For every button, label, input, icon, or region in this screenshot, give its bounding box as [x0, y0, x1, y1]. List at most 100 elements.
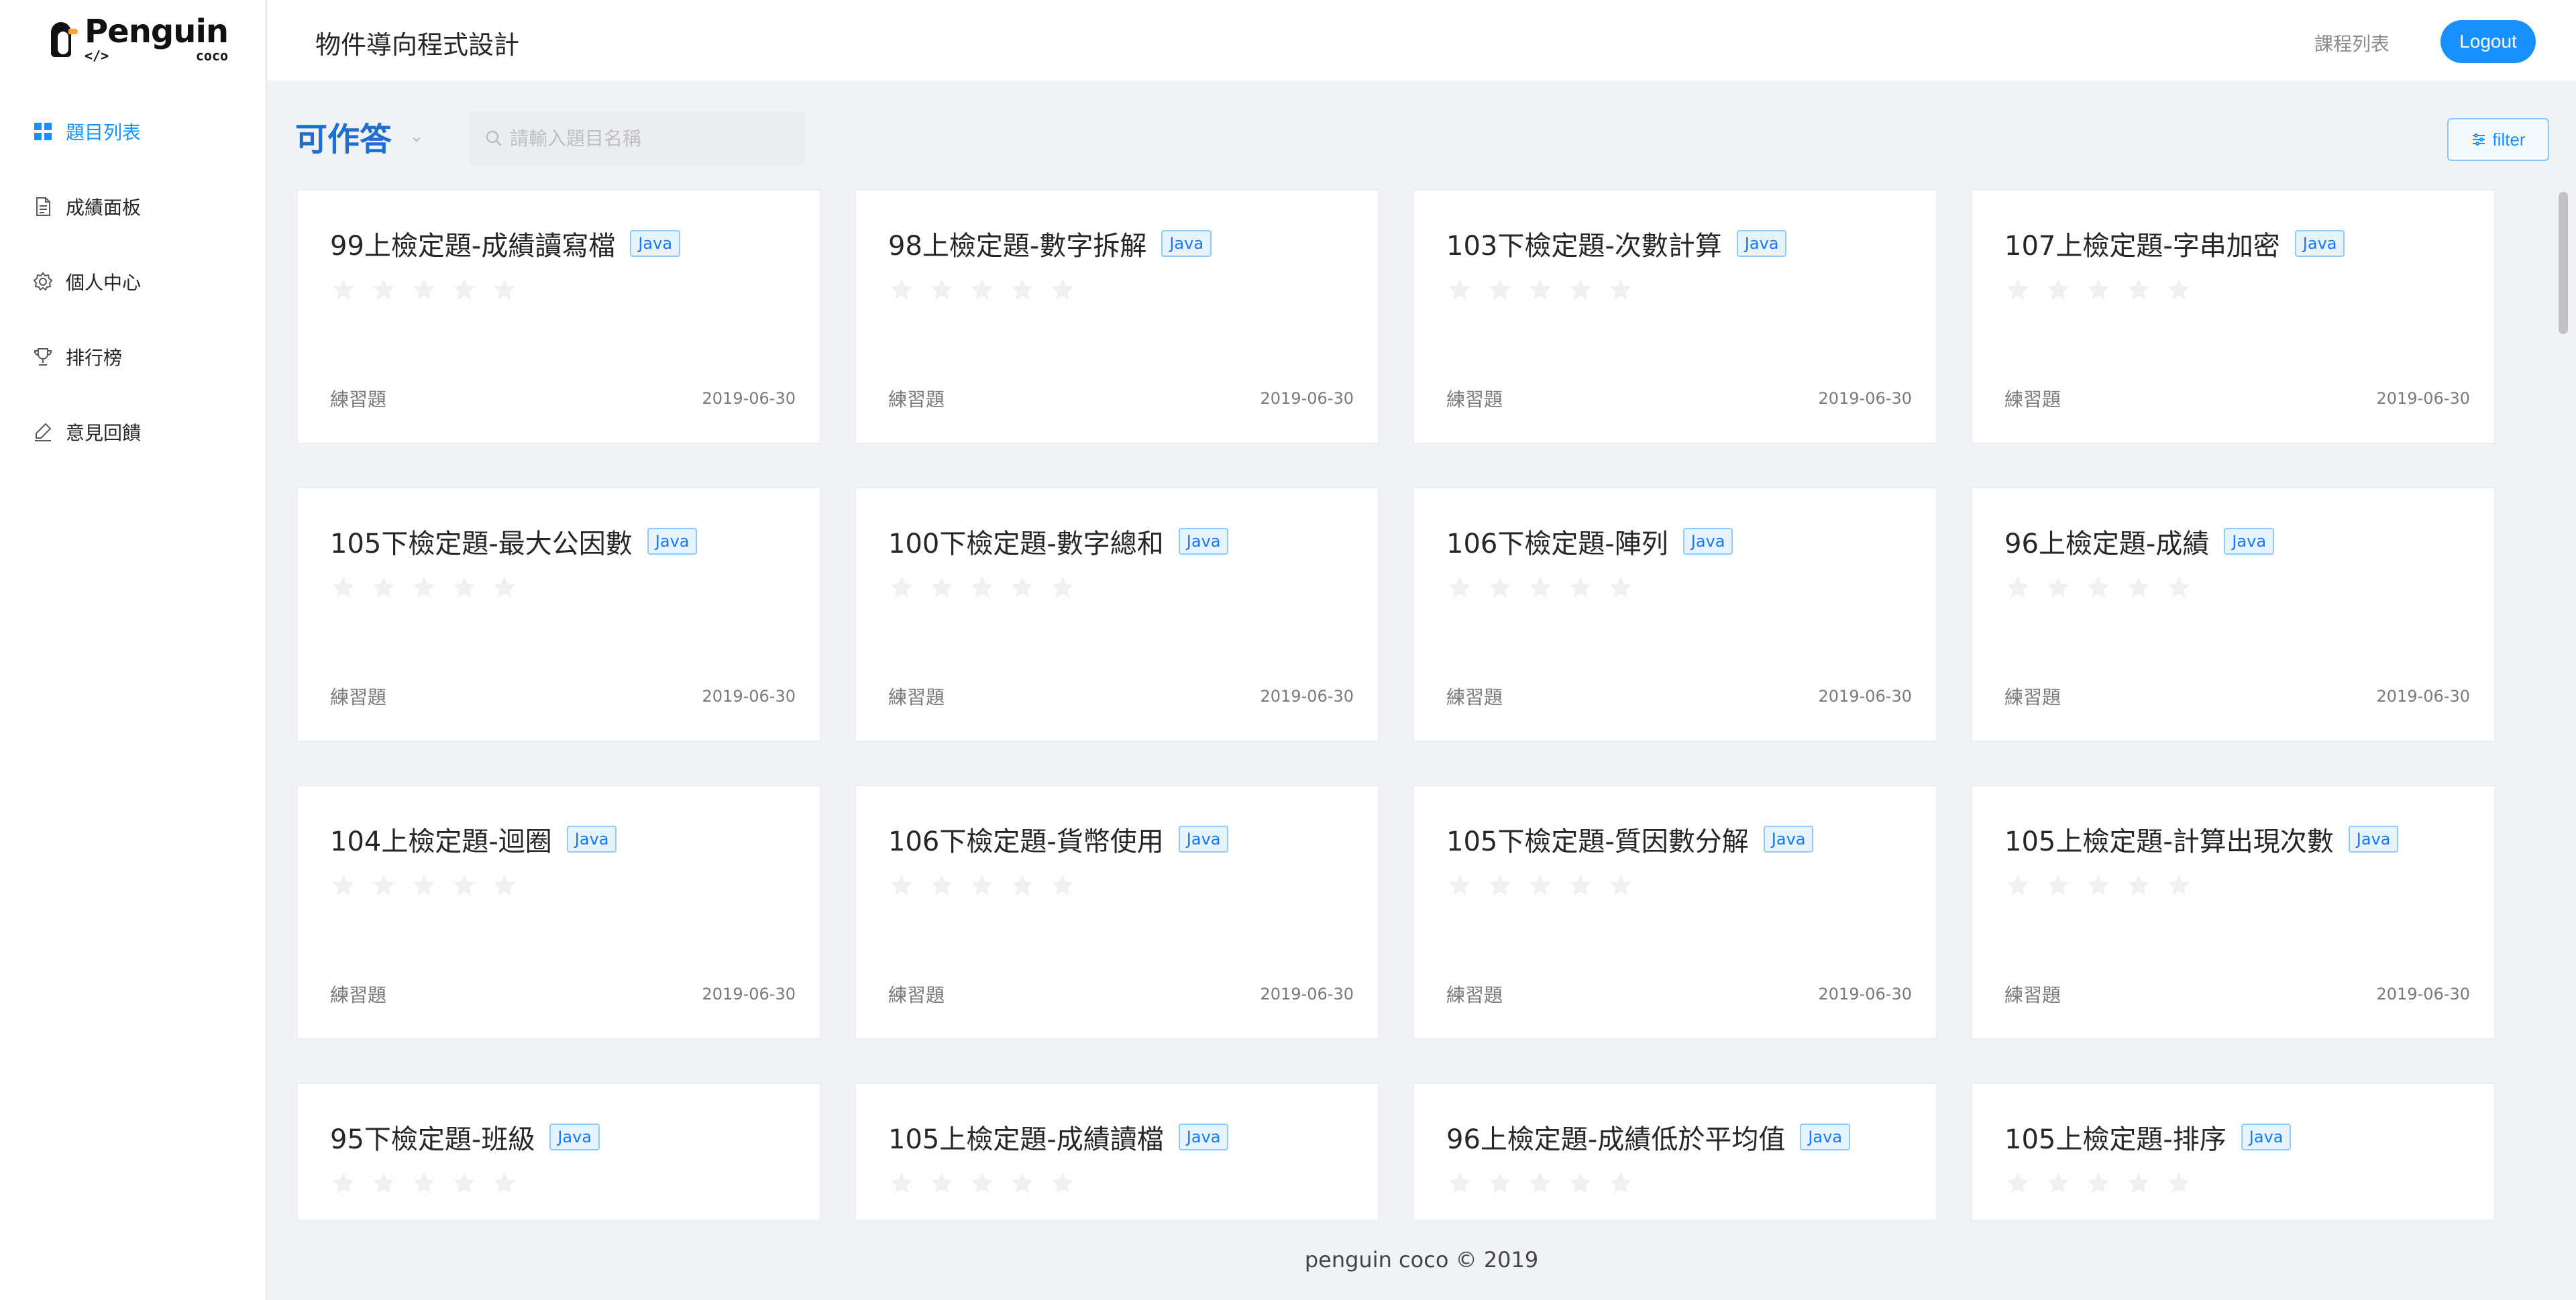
star-icon[interactable] [1527, 1170, 1556, 1199]
star-icon[interactable] [1567, 276, 1597, 306]
star-icon[interactable] [1049, 872, 1079, 902]
star-icon[interactable] [370, 872, 400, 902]
star-icon[interactable] [2085, 1170, 2114, 1199]
star-icon[interactable] [2125, 574, 2155, 604]
star-icon[interactable] [2045, 276, 2074, 306]
star-icon[interactable] [2165, 574, 2195, 604]
star-icon[interactable] [2045, 872, 2074, 902]
logout-button[interactable]: Logout [2440, 20, 2536, 63]
star-icon[interactable] [370, 574, 400, 604]
problem-card[interactable]: 106下檢定題-貨幣使用 Java 練習題 2019-06-30 [855, 785, 1379, 1040]
star-icon[interactable] [451, 1170, 480, 1199]
star-icon[interactable] [2045, 1170, 2074, 1199]
star-icon[interactable] [491, 276, 521, 306]
star-icon[interactable] [928, 574, 958, 604]
problem-card[interactable]: 105下檢定題-質因數分解 Java 練習題 2019-06-30 [1413, 785, 1937, 1040]
star-icon[interactable] [1009, 872, 1038, 902]
star-icon[interactable] [411, 276, 440, 306]
star-rating[interactable] [1446, 574, 1648, 604]
answerable-dropdown[interactable]: 可作答 ⌄ [295, 113, 424, 160]
sidebar-item-score-board[interactable]: 成績面板 [0, 169, 266, 244]
star-icon[interactable] [2004, 574, 2034, 604]
problem-card[interactable]: 105上檢定題-排序 Java 練習題 2019-06-30 [1971, 1083, 2496, 1220]
star-icon[interactable] [451, 276, 480, 306]
star-rating[interactable] [330, 1170, 531, 1199]
star-icon[interactable] [2165, 276, 2195, 306]
star-icon[interactable] [491, 1170, 521, 1199]
star-rating[interactable] [888, 872, 1089, 902]
star-icon[interactable] [1049, 574, 1079, 604]
problem-card[interactable]: 96上檢定題-成績 Java 練習題 2019-06-30 [1971, 487, 2496, 742]
star-icon[interactable] [1487, 574, 1516, 604]
problem-card[interactable]: 105上檢定題-計算出現次數 Java 練習題 2019-06-30 [1971, 785, 2496, 1040]
star-icon[interactable] [888, 872, 918, 902]
star-icon[interactable] [1487, 872, 1516, 902]
star-icon[interactable] [2004, 872, 2034, 902]
star-icon[interactable] [928, 1170, 958, 1199]
star-icon[interactable] [2004, 1170, 2034, 1199]
star-rating[interactable] [888, 1170, 1089, 1199]
sidebar-item-personal-center[interactable]: 個人中心 [0, 244, 266, 319]
star-icon[interactable] [969, 872, 998, 902]
star-icon[interactable] [888, 1170, 918, 1199]
filter-button[interactable]: filter [2447, 118, 2549, 161]
star-icon[interactable] [1607, 872, 1637, 902]
star-icon[interactable] [1009, 1170, 1038, 1199]
star-icon[interactable] [491, 574, 521, 604]
star-rating[interactable] [330, 574, 531, 604]
star-icon[interactable] [1446, 276, 1476, 306]
star-icon[interactable] [2125, 1170, 2155, 1199]
star-rating[interactable] [2004, 276, 2206, 306]
star-icon[interactable] [928, 872, 958, 902]
problem-card[interactable]: 100下檢定題-數字總和 Java 練習題 2019-06-30 [855, 487, 1379, 742]
star-icon[interactable] [1487, 276, 1516, 306]
star-icon[interactable] [330, 1170, 360, 1199]
star-icon[interactable] [1446, 872, 1476, 902]
star-icon[interactable] [1567, 872, 1597, 902]
search-input[interactable] [510, 127, 792, 150]
star-icon[interactable] [969, 1170, 998, 1199]
star-icon[interactable] [2085, 872, 2114, 902]
star-icon[interactable] [1446, 574, 1476, 604]
scrollbar-thumb[interactable] [2559, 192, 2568, 334]
star-icon[interactable] [451, 574, 480, 604]
problem-card[interactable]: 95下檢定題-班級 Java 練習題 2019-06-30 [297, 1083, 821, 1220]
problem-card[interactable]: 103下檢定題-次數計算 Java 練習題 2019-06-30 [1413, 189, 1937, 444]
star-icon[interactable] [411, 574, 440, 604]
star-icon[interactable] [1607, 574, 1637, 604]
sidebar-item-leaderboard[interactable]: 排行榜 [0, 319, 266, 394]
star-icon[interactable] [2125, 276, 2155, 306]
star-icon[interactable] [370, 1170, 400, 1199]
star-icon[interactable] [888, 276, 918, 306]
star-rating[interactable] [1446, 872, 1648, 902]
star-icon[interactable] [2004, 276, 2034, 306]
star-icon[interactable] [1607, 276, 1637, 306]
star-rating[interactable] [888, 574, 1089, 604]
star-rating[interactable] [1446, 276, 1648, 306]
star-icon[interactable] [2165, 1170, 2195, 1199]
star-icon[interactable] [2045, 574, 2074, 604]
star-icon[interactable] [1049, 276, 1079, 306]
star-icon[interactable] [491, 872, 521, 902]
star-icon[interactable] [1487, 1170, 1516, 1199]
star-icon[interactable] [2125, 872, 2155, 902]
star-rating[interactable] [1446, 1170, 1648, 1199]
star-rating[interactable] [2004, 872, 2206, 902]
star-icon[interactable] [370, 276, 400, 306]
course-list-link[interactable]: 課程列表 [2314, 30, 2390, 56]
sidebar-item-problem-list[interactable]: 題目列表 [0, 94, 266, 169]
star-icon[interactable] [2085, 276, 2114, 306]
problem-card[interactable]: 106下檢定題-陣列 Java 練習題 2019-06-30 [1413, 487, 1937, 742]
star-icon[interactable] [330, 872, 360, 902]
star-icon[interactable] [1009, 276, 1038, 306]
star-rating[interactable] [330, 872, 531, 902]
star-icon[interactable] [969, 276, 998, 306]
star-icon[interactable] [451, 872, 480, 902]
star-icon[interactable] [1446, 1170, 1476, 1199]
problem-card[interactable]: 107上檢定題-字串加密 Java 練習題 2019-06-30 [1971, 189, 2496, 444]
star-icon[interactable] [1527, 276, 1556, 306]
star-icon[interactable] [411, 872, 440, 902]
star-icon[interactable] [969, 574, 998, 604]
problem-card[interactable]: 98上檢定題-數字拆解 Java 練習題 2019-06-30 [855, 189, 1379, 444]
star-icon[interactable] [1567, 574, 1597, 604]
